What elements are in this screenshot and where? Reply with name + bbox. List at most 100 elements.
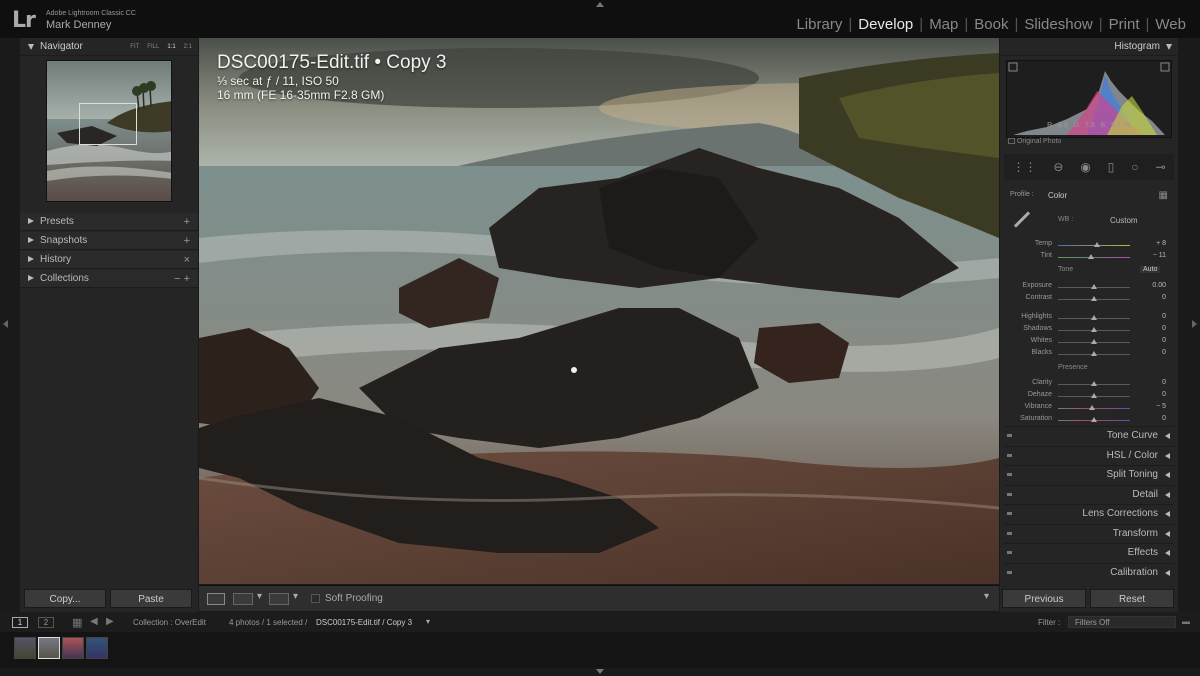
slider-value[interactable]: 0 xyxy=(1162,415,1166,422)
slider-value[interactable]: 0 xyxy=(1162,313,1166,320)
filter-dropdown[interactable]: Filters Off xyxy=(1068,616,1176,628)
main-screen-button[interactable]: 1 xyxy=(12,617,28,628)
soft-proofing-checkbox[interactable] xyxy=(311,594,320,603)
slider-value[interactable]: 0 xyxy=(1162,325,1166,332)
add-preset-icon[interactable]: + xyxy=(184,213,190,231)
slider-handle[interactable] xyxy=(1091,417,1097,422)
slider-value[interactable]: 0.00 xyxy=(1152,282,1166,289)
module-develop[interactable]: Develop xyxy=(852,16,919,33)
crop-overlay-icon[interactable]: ⋮⋮ xyxy=(1012,160,1036,174)
wb-value[interactable]: Custom xyxy=(1110,216,1138,225)
slider-blacks[interactable]: Blacks 0 xyxy=(1004,349,1174,360)
panel-switch-icon[interactable] xyxy=(1007,473,1012,476)
forward-arrow-icon[interactable]: ▶ xyxy=(106,616,114,627)
slider-exposure[interactable]: Exposure 0.00 xyxy=(1004,282,1174,293)
collapse-left-arrow-icon[interactable] xyxy=(3,320,8,328)
collapse-bottom-arrow-icon[interactable] xyxy=(596,669,604,674)
current-file-path[interactable]: DSC00175-Edit.tif / Copy 3 xyxy=(316,618,412,627)
copy-button[interactable]: Copy... xyxy=(24,589,106,608)
add-snapshot-icon[interactable]: + xyxy=(184,232,190,250)
adjustment-brush-icon[interactable]: ⊸ xyxy=(1155,160,1165,174)
panel-lens-corrections[interactable]: Lens Corrections xyxy=(1004,504,1174,522)
panel-effects[interactable]: Effects xyxy=(1004,543,1174,561)
panel-split-toning[interactable]: Split Toning xyxy=(1004,465,1174,483)
copy-settings-icon[interactable] xyxy=(269,593,289,605)
zoom-fill[interactable]: FILL xyxy=(147,38,159,56)
filmstrip-thumbnail[interactable] xyxy=(62,637,84,659)
module-map[interactable]: Map xyxy=(923,16,964,33)
slider-handle[interactable] xyxy=(1091,315,1097,320)
navigator-viewport-rect[interactable] xyxy=(79,103,137,145)
filmstrip-thumbnail[interactable] xyxy=(14,637,36,659)
slider-value[interactable]: 0 xyxy=(1162,294,1166,301)
slider-handle[interactable] xyxy=(1088,405,1095,410)
zoom-2-1[interactable]: 2:1 xyxy=(184,38,192,56)
slider-shadows[interactable]: Shadows 0 xyxy=(1004,325,1174,336)
paste-button[interactable]: Paste xyxy=(110,589,192,608)
panel-tone-curve[interactable]: Tone Curve xyxy=(1004,426,1174,444)
photo-canvas[interactable]: DSC00175-Edit.tif • Copy 3 ⅓ sec at ƒ / … xyxy=(199,38,999,584)
module-print[interactable]: Print xyxy=(1103,16,1146,33)
panel-switch-icon[interactable] xyxy=(1007,453,1012,457)
before-after-icon[interactable] xyxy=(233,593,253,605)
panel-hsl-color[interactable]: HSL / Color xyxy=(1004,445,1174,464)
secondary-screen-button[interactable]: 2 xyxy=(38,617,54,628)
panel-calibration[interactable]: Calibration xyxy=(1004,562,1174,581)
panel-switch-icon[interactable] xyxy=(1007,434,1012,437)
clear-history-icon[interactable]: × xyxy=(184,251,190,269)
spot-removal-icon[interactable]: ⊖ xyxy=(1053,160,1063,174)
slider-handle[interactable] xyxy=(1091,296,1097,301)
loupe-view-icon[interactable] xyxy=(207,593,225,605)
profile-browser-icon[interactable]: ▦ xyxy=(1159,190,1168,201)
slider-handle[interactable] xyxy=(1091,339,1097,344)
histogram-header[interactable]: Histogram xyxy=(1000,38,1178,56)
auto-tone-button[interactable]: Auto xyxy=(1140,266,1161,273)
navigator-preview[interactable] xyxy=(46,60,172,202)
slider-value[interactable]: 0 xyxy=(1162,337,1166,344)
slider-value[interactable]: 0 xyxy=(1162,391,1166,398)
file-path-dropdown-icon[interactable]: ▾ xyxy=(426,617,430,626)
zoom-fit[interactable]: FIT xyxy=(130,38,139,56)
collection-source[interactable]: Collection : OverEdit xyxy=(133,618,206,627)
module-web[interactable]: Web xyxy=(1149,16,1192,33)
slider-contrast[interactable]: Contrast 0 xyxy=(1004,294,1174,305)
slider-handle[interactable] xyxy=(1091,381,1097,386)
slider-value[interactable]: 0 xyxy=(1162,379,1166,386)
module-slideshow[interactable]: Slideshow xyxy=(1018,16,1098,33)
slider-value[interactable]: + 8 xyxy=(1156,240,1166,247)
module-book[interactable]: Book xyxy=(968,16,1014,33)
slider-handle[interactable] xyxy=(1088,254,1095,259)
presets-section[interactable]: Presets + xyxy=(20,213,198,231)
slider-value[interactable]: 0 xyxy=(1162,349,1166,356)
back-arrow-icon[interactable]: ◀ xyxy=(90,616,98,627)
panel-transform[interactable]: Transform xyxy=(1004,523,1174,542)
slider-saturation[interactable]: Saturation 0 xyxy=(1004,415,1174,426)
slider-vibrance[interactable]: Vibrance − 5 xyxy=(1004,403,1174,414)
collapse-top-arrow-icon[interactable] xyxy=(596,2,604,7)
white-balance-eyedropper-icon[interactable] xyxy=(1013,211,1031,228)
filmstrip-thumbnail[interactable] xyxy=(86,637,108,659)
toolbar-menu-icon[interactable]: ▾ xyxy=(984,591,989,602)
original-photo-checkbox[interactable] xyxy=(1008,138,1015,145)
collapse-right-arrow-icon[interactable] xyxy=(1192,320,1197,328)
original-photo-toggle[interactable]: Original Photo xyxy=(1008,138,1061,145)
collections-section[interactable]: Collections − + xyxy=(20,270,198,288)
slider-handle[interactable] xyxy=(1091,351,1097,356)
red-eye-icon[interactable]: ◉ xyxy=(1080,160,1090,174)
radial-filter-icon[interactable]: ○ xyxy=(1131,160,1138,174)
swap-dropdown-icon[interactable]: ▾ xyxy=(293,591,298,602)
reset-button[interactable]: Reset xyxy=(1090,589,1174,608)
module-library[interactable]: Library xyxy=(790,16,848,33)
panel-switch-icon[interactable] xyxy=(1007,551,1012,554)
slider-tint[interactable]: Tint − 11 xyxy=(1004,252,1174,263)
zoom-1-1[interactable]: 1:1 xyxy=(167,38,175,56)
previous-button[interactable]: Previous xyxy=(1002,589,1086,608)
panel-detail[interactable]: Detail xyxy=(1004,484,1174,503)
slider-handle[interactable] xyxy=(1091,393,1097,398)
filmstrip-thumbnail-selected[interactable] xyxy=(38,637,60,659)
slider-handle[interactable] xyxy=(1091,284,1097,289)
navigator-header[interactable]: Navigator FIT FILL 1:1 2:1 xyxy=(20,38,198,56)
panel-switch-icon[interactable] xyxy=(1007,531,1012,535)
history-section[interactable]: History × xyxy=(20,251,198,269)
slider-clarity[interactable]: Clarity 0 xyxy=(1004,379,1174,390)
